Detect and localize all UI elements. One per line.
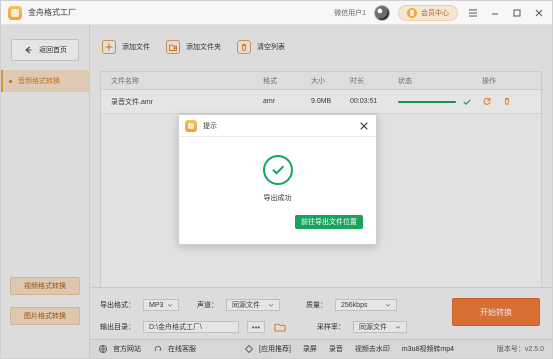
dialog-body: 导出成功 前往导出文件位置 <box>179 137 376 246</box>
goto-output-location-button[interactable]: 前往导出文件位置 <box>295 215 363 229</box>
app-window: 金舟格式工厂 微信用户1 会员中心 返回首页 音频格式转换 视频格式转换 图片格… <box>0 0 553 359</box>
app-title: 金舟格式工厂 <box>28 8 76 17</box>
close-icon <box>360 121 368 130</box>
app-logo <box>8 5 22 20</box>
close-icon[interactable] <box>532 6 546 20</box>
dialog-close-icon[interactable] <box>358 120 370 132</box>
dialog-message: 导出成功 <box>263 195 292 202</box>
minimize-icon[interactable] <box>488 6 502 20</box>
success-check-icon <box>272 165 284 175</box>
titlebar: 金舟格式工厂 微信用户1 会员中心 <box>1 1 552 25</box>
maximize-icon[interactable] <box>510 6 524 20</box>
goto-output-location-label: 前往导出文件位置 <box>301 219 357 226</box>
avatar[interactable] <box>374 4 390 21</box>
menu-glyph-icon <box>469 9 477 16</box>
titlebar-right: 微信用户1 会员中心 <box>334 4 552 21</box>
dialog-logo <box>185 119 197 132</box>
close-glyph-icon <box>535 9 543 16</box>
user-label[interactable]: 微信用户1 <box>334 8 366 18</box>
dialog-title: 提示 <box>203 122 217 130</box>
maximize-glyph-icon <box>513 9 521 16</box>
menu-icon[interactable] <box>466 6 480 20</box>
check-circle-icon <box>263 155 293 185</box>
minimize-glyph-icon <box>492 13 498 14</box>
vip-label: 会员中心 <box>421 9 449 17</box>
success-dialog: 提示 导出成功 前往导出文件位置 <box>178 114 377 245</box>
vip-icon <box>407 7 417 18</box>
vip-center-button[interactable]: 会员中心 <box>398 4 458 21</box>
dialog-header: 提示 <box>179 115 376 137</box>
